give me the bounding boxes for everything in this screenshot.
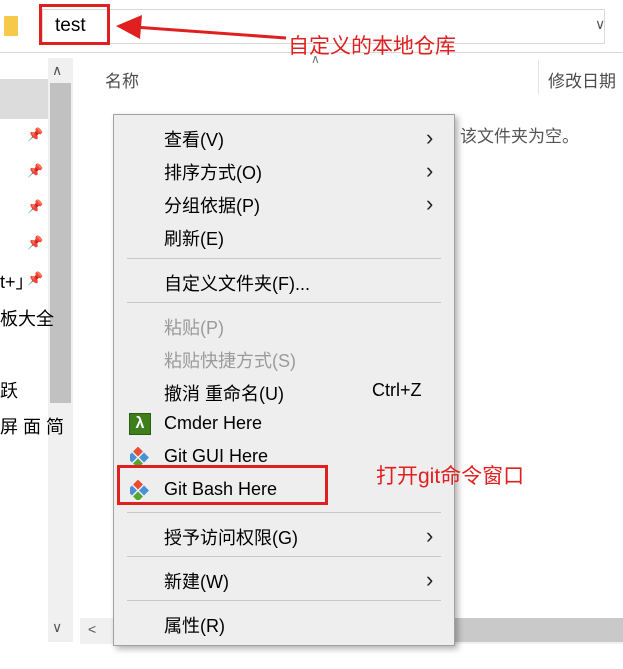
- menu-item-view[interactable]: 查看(V) ›: [114, 121, 454, 153]
- address-dropdown-icon[interactable]: ∨: [595, 16, 605, 33]
- menu-item-label: 属性(R): [164, 616, 225, 636]
- pin-icon: 📌: [27, 199, 44, 214]
- column-divider[interactable]: [538, 60, 539, 94]
- empty-folder-message: 该文件夹为空。: [460, 127, 579, 146]
- pin-icon: 📌: [27, 127, 44, 142]
- context-menu: 查看(V) › 排序方式(O) › 分组依据(P) › 刷新(E) 自定义文件夹…: [113, 114, 455, 646]
- menu-item-paste: 粘贴(P): [114, 309, 454, 341]
- menu-item-sort[interactable]: 排序方式(O) ›: [114, 154, 454, 186]
- menu-item-label: 授予访问权限(G): [164, 528, 298, 548]
- menu-item-label: 撤消 重命名(U): [164, 384, 284, 404]
- nav-item-label[interactable]: 板大全: [0, 305, 54, 331]
- menu-item-label: 排序方式(O): [164, 163, 262, 183]
- menu-separator: [127, 556, 441, 557]
- column-header-name[interactable]: 名称: [105, 67, 139, 92]
- menu-item-label: 粘贴快捷方式(S): [164, 351, 296, 371]
- menu-item-cmder-here[interactable]: λ Cmder Here: [114, 408, 454, 440]
- nav-scroll-up-icon[interactable]: ∧: [52, 62, 62, 79]
- column-header-date[interactable]: 修改日期: [548, 67, 616, 92]
- submenu-arrow-icon: ›: [426, 158, 434, 183]
- git-icon: [130, 447, 149, 467]
- nav-item-label[interactable]: 屏 面 简: [0, 413, 64, 439]
- folder-icon: [4, 16, 18, 36]
- annotation-arrow-icon: [116, 15, 287, 40]
- menu-item-paste-shortcut: 粘贴快捷方式(S): [114, 342, 454, 374]
- pin-icon: 📌: [27, 235, 44, 250]
- menu-separator: [127, 258, 441, 259]
- menu-item-label: 粘贴(P): [164, 318, 224, 338]
- annotation-box-git-bash: [117, 465, 328, 505]
- menu-item-label: 自定义文件夹(F)...: [164, 274, 310, 294]
- menu-item-new[interactable]: 新建(W) ›: [114, 563, 454, 595]
- menu-separator: [127, 302, 441, 303]
- menu-item-label: 新建(W): [164, 572, 229, 592]
- annotation-box-address: [39, 4, 110, 45]
- menu-separator: [127, 512, 441, 513]
- menu-item-label: 查看(V): [164, 130, 224, 150]
- annotation-git-window: 打开git命令窗口: [376, 465, 525, 488]
- menu-item-label: 分组依据(P): [164, 196, 260, 216]
- menu-separator: [127, 600, 441, 601]
- pin-icon: 📌: [27, 163, 44, 178]
- scroll-left-icon[interactable]: <: [88, 621, 96, 637]
- nav-scrollbar-thumb[interactable]: [50, 83, 71, 403]
- nav-selected-item[interactable]: [0, 79, 48, 119]
- menu-item-group[interactable]: 分组依据(P) ›: [114, 187, 454, 219]
- menu-item-label: 刷新(E): [164, 229, 224, 249]
- nav-scroll-down-icon[interactable]: ∨: [52, 619, 62, 636]
- menu-item-grant-access[interactable]: 授予访问权限(G) ›: [114, 519, 454, 551]
- menu-item-refresh[interactable]: 刷新(E): [114, 220, 454, 252]
- pin-icon: 📌: [27, 271, 44, 286]
- submenu-arrow-icon: ›: [426, 523, 434, 548]
- submenu-arrow-icon: ›: [426, 191, 434, 216]
- menu-item-properties[interactable]: 属性(R): [114, 607, 454, 639]
- menu-item-shortcut: Ctrl+Z: [372, 380, 422, 400]
- submenu-arrow-icon: ›: [426, 567, 434, 592]
- menu-item-customize-folder[interactable]: 自定义文件夹(F)...: [114, 265, 454, 297]
- menu-item-label: Cmder Here: [164, 413, 263, 433]
- menu-item-undo-rename[interactable]: 撤消 重命名(U) Ctrl+Z: [114, 375, 454, 407]
- nav-item-label[interactable]: 跃: [0, 377, 18, 403]
- lambda-icon: λ: [129, 413, 151, 435]
- annotation-local-repo: 自定义的本地仓库: [288, 35, 456, 58]
- submenu-arrow-icon: ›: [426, 125, 434, 150]
- menu-item-label: Git GUI Here: [164, 446, 269, 466]
